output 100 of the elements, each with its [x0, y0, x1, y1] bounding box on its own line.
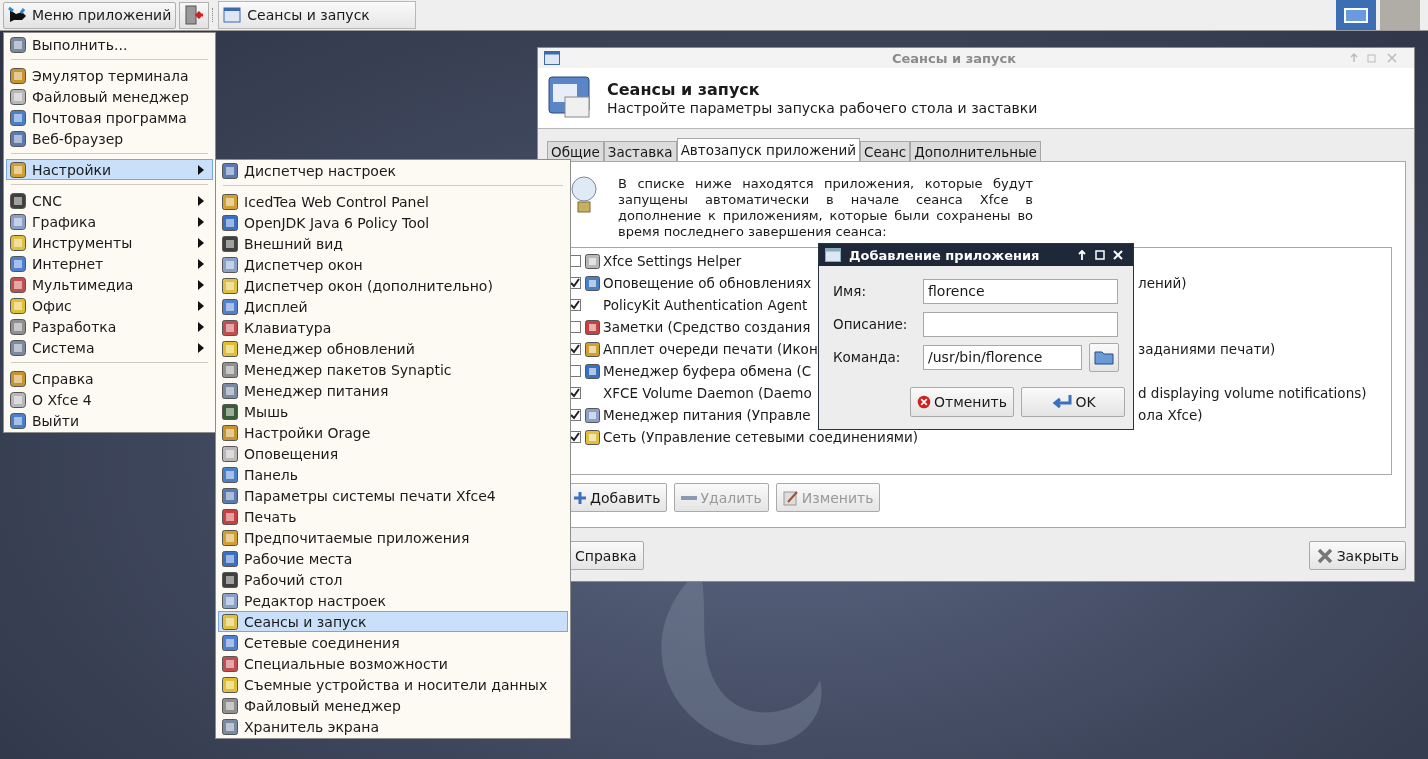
menu-item[interactable]: Выполнить... — [6, 34, 213, 55]
app-icon — [10, 276, 26, 293]
menu-item[interactable]: Менеджер питания — [218, 380, 568, 401]
app-icon — [10, 213, 26, 230]
app-name: XFCE Volume Daemon (Daemo — [603, 385, 812, 401]
menu-item[interactable]: Настройки Orage — [218, 422, 568, 443]
settings-icon — [222, 445, 238, 462]
menu-item[interactable]: Дисплей — [218, 296, 568, 317]
app-icon — [10, 339, 26, 356]
menu-item[interactable]: Панель — [218, 464, 568, 485]
app-icon — [10, 67, 26, 84]
menu-item[interactable]: Съемные устройства и носители данных — [218, 674, 568, 695]
menu-item[interactable]: Сетевые соединения — [218, 632, 568, 653]
app-icon — [10, 391, 26, 408]
ok-button[interactable]: OK — [1021, 387, 1125, 417]
tab[interactable]: Автозапуск приложений — [676, 138, 860, 161]
cancel-button[interactable]: Отменить — [910, 387, 1014, 417]
input-field[interactable]: /usr/bin/florence — [923, 344, 1082, 370]
menu-item[interactable]: Хранитель экрана — [218, 716, 568, 737]
menu-item[interactable]: Специальные возможности — [218, 653, 568, 674]
input-field[interactable] — [923, 311, 1118, 337]
pencil-icon — [782, 489, 799, 506]
app-icon — [10, 234, 26, 251]
menu-item[interactable]: Внешний вид — [218, 233, 568, 254]
settings-icon — [222, 256, 238, 273]
window-title: Сеансы и запуск — [890, 50, 1017, 66]
tab[interactable]: Сеанс — [860, 141, 911, 161]
settings-icon — [222, 550, 238, 567]
app-menu-button[interactable]: Меню приложений — [3, 1, 177, 29]
menu-item[interactable]: Клавиатура — [218, 317, 568, 338]
dialog-title: Добавление приложения — [849, 247, 1041, 263]
field-label: Команда: — [833, 349, 902, 365]
menu-item[interactable]: Оповещения — [218, 443, 568, 464]
menu-item[interactable]: Диспетчер окон (дополнительно) — [218, 275, 568, 296]
app-name: Оповещение об обновлениях — [603, 275, 812, 291]
field-label: Имя: — [833, 283, 867, 299]
window-subtitle: Настройте параметры запуска рабочего стола и заставки — [607, 100, 1038, 116]
settings-icon — [222, 676, 238, 693]
menu-item[interactable]: Эмулятор терминала — [6, 65, 213, 86]
menu-item[interactable]: Диспетчер настроек — [218, 160, 568, 181]
settings-icon — [222, 298, 238, 315]
app-name: заданиями печати) — [1138, 341, 1276, 357]
menu-item[interactable]: Менеджер пакетов Synaptic — [218, 359, 568, 380]
menu-item[interactable]: OpenJDK Java 6 Policy Tool — [218, 212, 568, 233]
menu-item[interactable]: Менеджер обновлений — [218, 338, 568, 359]
mouse-icon — [8, 6, 28, 24]
menu-item[interactable]: Файловый менеджер — [218, 695, 568, 716]
menu-item[interactable]: Почтовая программа — [6, 107, 213, 128]
app-icon — [10, 109, 26, 126]
settings-icon — [222, 613, 238, 630]
app-icon — [10, 412, 26, 429]
app-name: PolicyKit Authentication Agent — [603, 297, 808, 313]
settings-icon — [222, 634, 238, 651]
menu-item[interactable]: IcedTea Web Control Panel — [218, 191, 568, 212]
workspace-button[interactable] — [1336, 0, 1376, 30]
menu-item[interactable]: Печать — [218, 506, 568, 527]
menu-item[interactable]: Выйти — [6, 410, 213, 431]
menu-item[interactable]: Система — [6, 337, 213, 358]
close-button[interactable]: Закрыть — [1308, 541, 1406, 570]
settings-icon — [222, 361, 238, 378]
settings-icon — [222, 718, 238, 735]
taskbar-button[interactable]: Сеансы и запуск — [218, 1, 417, 29]
tab[interactable]: Общие — [547, 141, 604, 161]
menu-item[interactable]: О Xfce 4 — [6, 389, 213, 410]
menu-item[interactable]: Инструменты — [6, 232, 213, 253]
panel-grip — [212, 8, 216, 22]
logout-button[interactable] — [179, 1, 210, 29]
menu-item[interactable]: Параметры системы печати Xfce4 — [218, 485, 568, 506]
menu-item[interactable]: Редактор настроек — [218, 590, 568, 611]
menu-item[interactable]: Справка — [6, 368, 213, 389]
menu-item[interactable]: Интернет — [6, 253, 213, 274]
app-icon — [10, 130, 26, 147]
app-name: лений) — [1138, 275, 1187, 291]
settings-icon — [222, 340, 238, 357]
browse-button[interactable] — [1089, 342, 1119, 372]
settings-icon — [222, 382, 238, 399]
menu-item[interactable]: Веб-браузер — [6, 128, 213, 149]
input-field[interactable]: florence — [923, 278, 1118, 304]
settings-icon — [222, 403, 238, 420]
settings-icon — [222, 235, 238, 252]
menu-item[interactable]: Диспетчер окон — [218, 254, 568, 275]
menu-item[interactable]: Офис — [6, 295, 213, 316]
menu-item[interactable]: Мультимедиа — [6, 274, 213, 295]
tab[interactable]: Заставка — [603, 141, 677, 161]
menu-item[interactable]: CNC — [6, 190, 213, 211]
menu-item[interactable]: Файловый менеджер — [6, 86, 213, 107]
settings-icon — [222, 193, 238, 210]
menu-item[interactable]: Разработка — [6, 316, 213, 337]
menu-item[interactable]: Настройки — [6, 159, 213, 180]
app-icon — [10, 297, 26, 314]
close-icon — [1315, 546, 1334, 565]
tab[interactable]: Дополнительные — [910, 141, 1041, 161]
settings-icon — [222, 508, 238, 525]
menu-item[interactable]: Рабочий стол — [218, 569, 568, 590]
menu-item[interactable]: Мышь — [218, 401, 568, 422]
menu-item[interactable]: Сеансы и запуск — [218, 611, 568, 632]
settings-icon — [222, 655, 238, 672]
app-name: Менеджер питания (Управле — [603, 407, 811, 423]
app-name: Заметки (Средство создания — [603, 319, 811, 335]
menu-item[interactable]: Графика — [6, 211, 213, 232]
